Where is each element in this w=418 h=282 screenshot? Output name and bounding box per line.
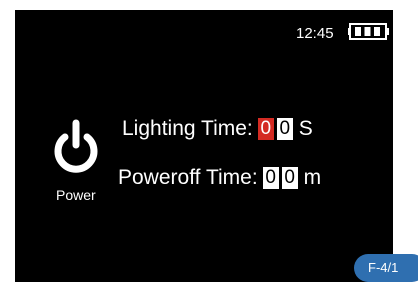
status-time: 12:45 [296, 25, 334, 42]
lighting-time-unit: S [298, 117, 313, 140]
power-icon[interactable] [51, 118, 101, 174]
lighting-time-label: Lighting Time: [122, 117, 253, 140]
lighting-time-row: Lighting Time: 0 0 S [122, 116, 313, 142]
page-indicator-badge: F-4/1 [354, 254, 418, 282]
poweroff-time-digit-tens[interactable]: 0 [262, 167, 279, 189]
poweroff-time-unit: m [303, 166, 322, 189]
device-screen: 12:45 Power Lighting Time: 0 0 S Powerof… [15, 10, 393, 282]
poweroff-time-digit-ones[interactable]: 0 [281, 167, 298, 189]
battery-full-icon [348, 23, 389, 40]
lighting-time-digit-tens[interactable]: 0 [257, 118, 274, 140]
poweroff-time-label: Poweroff Time: [118, 166, 258, 189]
power-label: Power [56, 187, 96, 203]
poweroff-time-row: Poweroff Time: 0 0 m [118, 165, 321, 191]
lighting-time-digit-ones[interactable]: 0 [276, 118, 293, 140]
